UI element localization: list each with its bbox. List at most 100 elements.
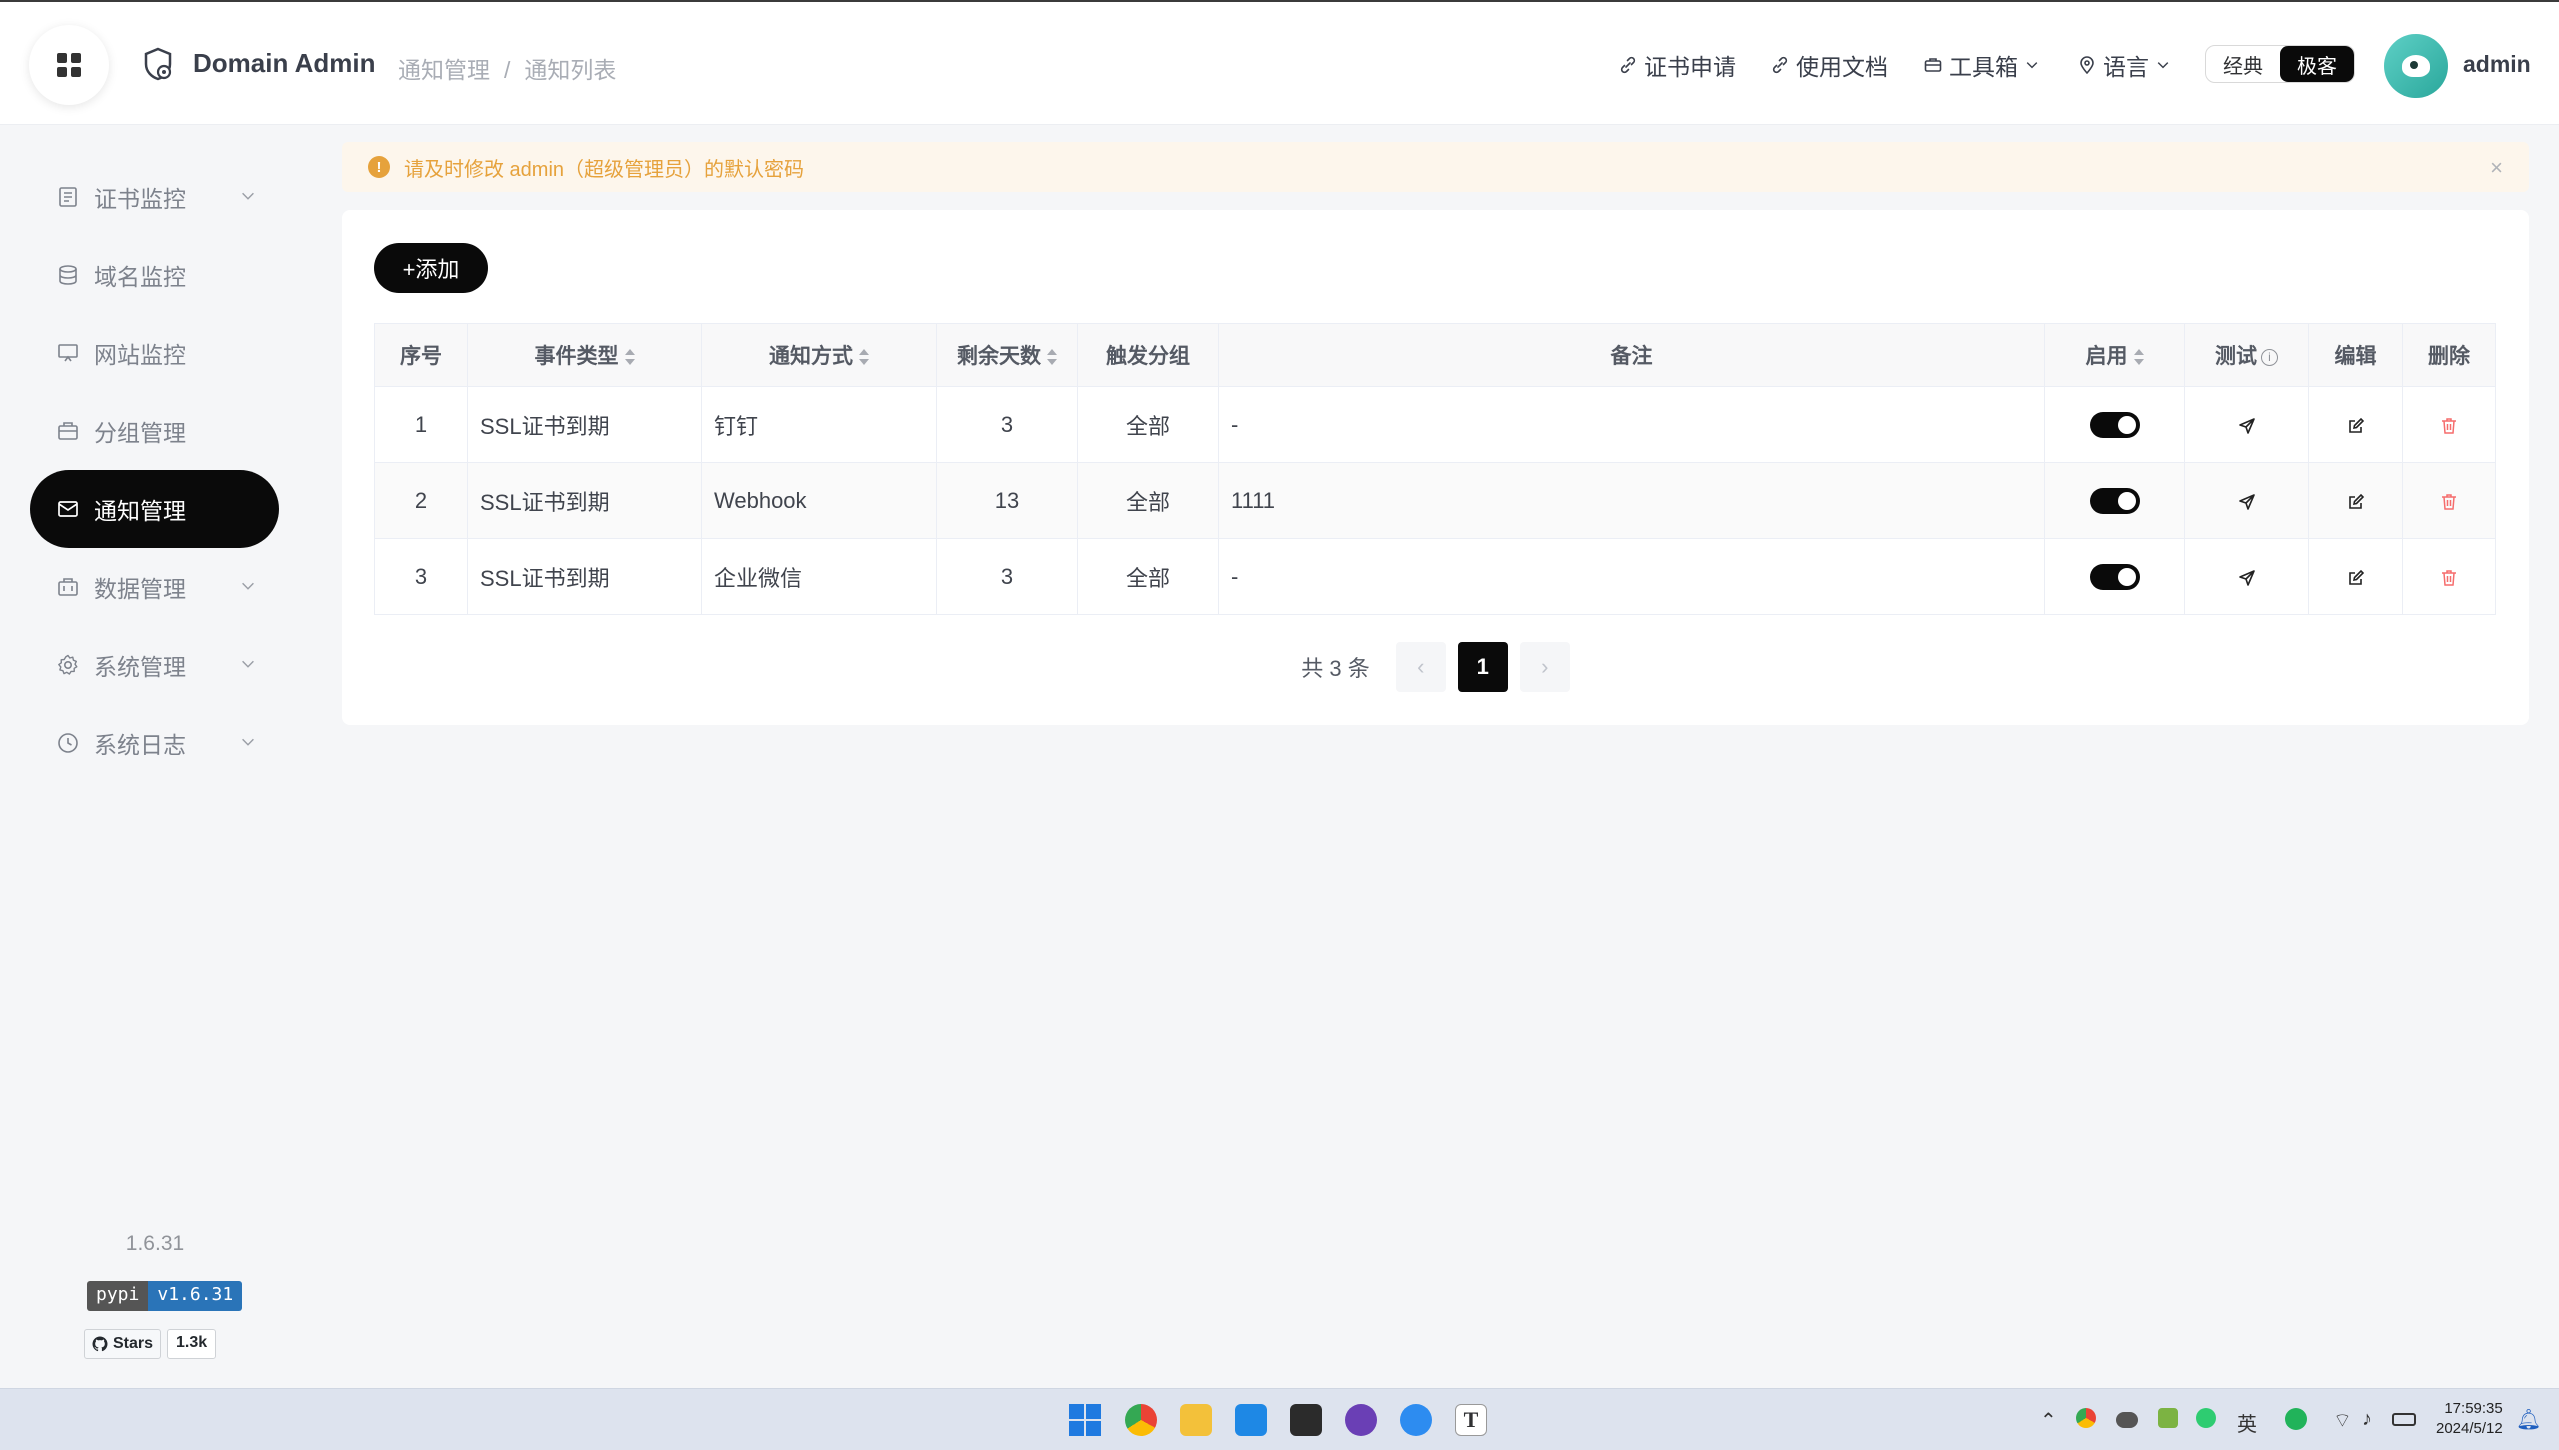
edit-icon[interactable]: [2346, 492, 2366, 512]
system-clock[interactable]: 17:59:35 2024/5/12: [2436, 1399, 2503, 1439]
info-icon[interactable]: i: [2261, 348, 2278, 366]
sort-icon[interactable]: [2133, 349, 2144, 366]
send-icon[interactable]: [2237, 492, 2257, 512]
nav-toolbox-dropdown[interactable]: 工具箱: [1923, 48, 2040, 82]
tray-app-icon[interactable]: [2158, 1408, 2178, 1428]
cell-remaining-days: 3: [936, 538, 1078, 615]
github-stars-badge[interactable]: Stars 1.3k: [84, 1329, 217, 1359]
volume-icon[interactable]: ♪: [2362, 1408, 2372, 1431]
col-remaining-days[interactable]: 剩余天数: [936, 323, 1078, 387]
tray-cloud-icon[interactable]: [2116, 1412, 2138, 1428]
username[interactable]: admin: [2463, 51, 2531, 78]
app-grid-button[interactable]: [29, 25, 109, 105]
sidebar-item-label: 系统日志: [94, 732, 186, 758]
docker-icon[interactable]: [1400, 1404, 1432, 1436]
sidebar-item-website-monitor[interactable]: 网站监控: [30, 314, 279, 392]
battery-icon[interactable]: [2392, 1413, 2416, 1426]
notification-bell-icon[interactable]: 🔔︎: [2516, 1407, 2541, 1432]
breadcrumb-item[interactable]: 通知管理: [398, 57, 490, 83]
link-icon: [1772, 56, 1788, 74]
monitor-icon: [58, 344, 78, 362]
sidebar-item-domain-monitor[interactable]: 域名监控: [30, 236, 279, 314]
cell-note: -: [1218, 538, 2045, 615]
cell-notify-method: Webhook: [701, 462, 937, 539]
send-icon[interactable]: [2237, 416, 2257, 436]
gear-icon: [58, 654, 78, 675]
sidebar-item-cert-monitor[interactable]: 证书监控: [30, 158, 279, 236]
chevron-down-icon: [242, 192, 254, 200]
mode-option-classic[interactable]: 经典: [2206, 46, 2280, 82]
wifi-icon[interactable]: ⌔: [2333, 1408, 2352, 1433]
cell-delete: [2402, 386, 2496, 463]
chevron-down-icon: [2026, 62, 2038, 69]
nav-cert-apply[interactable]: 证书申请: [1618, 48, 1736, 82]
sort-icon[interactable]: [1047, 349, 1057, 366]
sidebar-item-notify-manage[interactable]: 通知管理: [30, 470, 279, 548]
tray-wechat-icon[interactable]: [2196, 1408, 2216, 1428]
trash-icon[interactable]: [2439, 416, 2459, 436]
sort-icon[interactable]: [859, 349, 869, 366]
sort-icon[interactable]: [624, 349, 635, 366]
edit-icon[interactable]: [2346, 416, 2366, 436]
col-notify-method[interactable]: 通知方式: [701, 323, 937, 387]
cell-trigger-group: 全部: [1077, 386, 1219, 463]
tray-app-green-icon[interactable]: [2285, 1408, 2307, 1430]
enable-toggle[interactable]: [2089, 412, 2140, 439]
breadcrumb-separator: /: [504, 57, 511, 83]
tray-overflow-chevron-icon[interactable]: ⌃: [2040, 1408, 2057, 1433]
page-number-button[interactable]: 1: [1457, 642, 1508, 692]
notify-list-card: +添加 序号 事件类型 通知方式 剩余天数 触发分组 备注 启用 测试 i 编辑 …: [342, 210, 2529, 725]
sidebar-item-label: 网站监控: [94, 342, 186, 368]
col-delete: 删除: [2402, 323, 2496, 387]
edit-icon[interactable]: [2346, 568, 2366, 588]
sidebar-item-data-manage[interactable]: 数据管理: [30, 548, 279, 626]
close-icon[interactable]: ×: [2490, 155, 2503, 181]
github-stars-label: Stars: [113, 1335, 154, 1352]
sidebar-item-system-manage[interactable]: 系统管理: [30, 626, 279, 704]
sidebar-item-label: 分组管理: [94, 420, 186, 446]
nav-docs[interactable]: 使用文档: [1770, 48, 1888, 82]
top-header: Domain Admin 通知管理 / 通知列表 证书申请 使用文档 工具箱 语言 …: [0, 0, 2559, 125]
link-icon: [1620, 56, 1636, 74]
github-stars-button[interactable]: Stars: [84, 1329, 162, 1359]
avatar[interactable]: [2384, 34, 2448, 98]
sidebar-item-system-log[interactable]: 系统日志: [30, 704, 279, 782]
ime-indicator[interactable]: 英: [2237, 1408, 2257, 1437]
send-icon[interactable]: [2237, 568, 2257, 588]
file-explorer-icon[interactable]: [1180, 1404, 1212, 1436]
warning-icon: !: [368, 156, 390, 178]
cell-edit: [2308, 386, 2403, 463]
logo-icon: [144, 47, 172, 81]
trash-icon[interactable]: [2439, 568, 2459, 588]
windows-start-icon[interactable]: [1069, 1404, 1101, 1436]
enable-toggle[interactable]: [2089, 488, 2140, 515]
col-enabled[interactable]: 启用: [2044, 323, 2185, 387]
add-button[interactable]: +添加: [374, 243, 488, 293]
github-stars-count: 1.3k: [167, 1329, 217, 1359]
document-icon: [59, 187, 77, 207]
nav-language-dropdown[interactable]: 语言: [2077, 48, 2171, 82]
mode-option-geek[interactable]: 极客: [2280, 46, 2354, 82]
tray-chrome-icon[interactable]: [2076, 1408, 2096, 1428]
trash-icon[interactable]: [2439, 492, 2459, 512]
col-event-type[interactable]: 事件类型: [467, 323, 702, 387]
cell-index: 1: [374, 386, 468, 463]
typora-icon[interactable]: T: [1455, 1404, 1487, 1436]
cell-trigger-group: 全部: [1077, 538, 1219, 615]
sidebar-item-label: 系统管理: [94, 654, 186, 680]
sidebar-item-group-manage[interactable]: 分组管理: [30, 392, 279, 470]
cell-enabled: [2044, 538, 2185, 615]
terminal-icon[interactable]: [1290, 1404, 1322, 1436]
prev-page-button[interactable]: ‹: [1395, 642, 1446, 692]
sidebar-item-label: 数据管理: [94, 576, 186, 602]
next-page-button[interactable]: ›: [1519, 642, 1570, 692]
pypi-badge[interactable]: pypi v1.6.31: [87, 1281, 243, 1311]
chrome-icon[interactable]: [1125, 1404, 1157, 1436]
goland-icon[interactable]: [1345, 1404, 1377, 1436]
mail-icon: [58, 501, 78, 517]
cell-test: [2184, 386, 2309, 463]
vscode-icon[interactable]: [1235, 1404, 1267, 1436]
enable-toggle[interactable]: [2089, 564, 2140, 591]
col-test: 测试 i: [2184, 323, 2309, 387]
cell-index: 3: [374, 538, 468, 615]
